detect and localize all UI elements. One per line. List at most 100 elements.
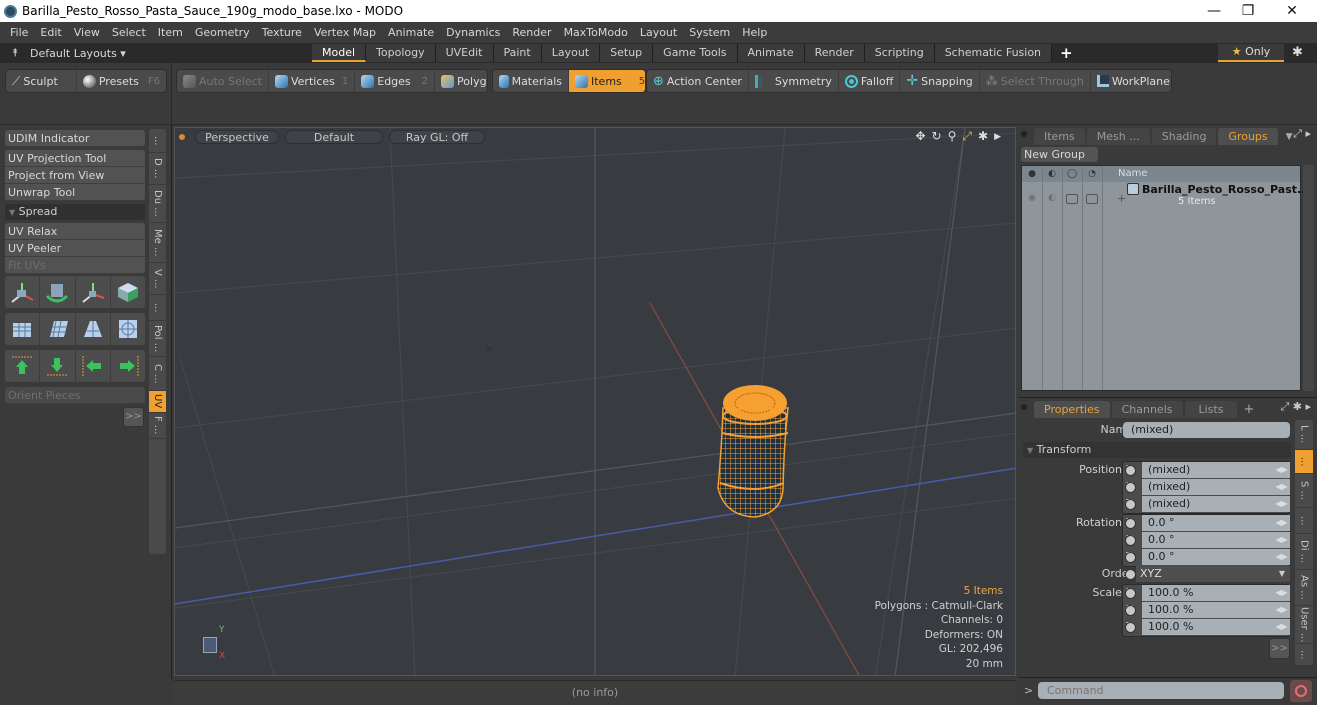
auto-select-button[interactable]: Auto Select <box>177 70 269 92</box>
menu-dynamics[interactable]: Dynamics <box>440 26 506 39</box>
expand-panel-icon[interactable]: ⤢ ▸ <box>1293 127 1311 141</box>
menu-render[interactable]: Render <box>506 26 557 39</box>
action-center-button[interactable]: ⊕ Action Center <box>647 70 749 92</box>
tab-render[interactable]: Render <box>804 44 865 62</box>
polygons-button[interactable]: Polygons <box>435 70 487 92</box>
tab-uvedit[interactable]: UVEdit <box>435 44 494 62</box>
record-button[interactable] <box>1290 680 1312 702</box>
scale-x-anim-icon[interactable] <box>1125 588 1136 599</box>
expand-panel-icon[interactable]: ⤢ ✱ ▸ <box>1280 400 1311 414</box>
rotation-y-anim-icon[interactable] <box>1125 535 1136 546</box>
vtab-s[interactable]: S ... <box>1295 474 1313 508</box>
rotation-z-anim-icon[interactable] <box>1125 552 1136 563</box>
symmetry-button[interactable]: Symmetry <box>749 70 839 92</box>
tabs-dropdown-icon[interactable]: ▼ <box>1286 132 1293 142</box>
uv-scale-icon[interactable] <box>76 276 111 308</box>
align-left-icon[interactable] <box>76 350 111 382</box>
render-column-icon[interactable]: ◐ <box>1042 166 1062 182</box>
menu-maxtomodo[interactable]: MaxToModo <box>558 26 634 39</box>
shading-dropdown[interactable]: Default <box>285 130 383 144</box>
vtab-end[interactable]: ... <box>1295 644 1313 666</box>
scale-y-spinner-icon[interactable]: ◀▶ <box>1274 602 1289 618</box>
gear-icon[interactable]: ✱ <box>1292 43 1310 63</box>
vtab-1[interactable]: ... <box>149 129 166 153</box>
menu-edit[interactable]: Edit <box>34 26 67 39</box>
rotation-x-field[interactable]: 0.0 ° <box>1142 515 1290 531</box>
tab-properties[interactable]: Properties <box>1034 401 1110 418</box>
udim-indicator-button[interactable]: UDIM Indicator <box>5 130 145 147</box>
falloff-button[interactable]: Falloff <box>839 70 901 92</box>
menu-view[interactable]: View <box>68 26 106 39</box>
name-field[interactable]: (mixed) <box>1123 422 1290 438</box>
orient-pieces-button[interactable]: Orient Pieces <box>5 387 145 404</box>
uv-rotate-icon[interactable] <box>40 276 76 308</box>
position-y-spinner-icon[interactable]: ◀▶ <box>1274 479 1289 495</box>
vtab-dots[interactable]: ... <box>1295 508 1313 534</box>
position-y-field[interactable]: (mixed) <box>1142 479 1290 495</box>
tab-groups[interactable]: Groups <box>1218 128 1278 145</box>
order-anim-icon[interactable] <box>1125 569 1136 580</box>
name-column-header[interactable]: Name <box>1118 166 1148 182</box>
3d-viewport[interactable]: × Perspective Default Ray GL: Off ✥ ↻ ⚲ … <box>174 127 1016 676</box>
close-button[interactable]: ✕ <box>1272 0 1312 22</box>
tab-shading[interactable]: Shading <box>1151 128 1217 145</box>
menu-item[interactable]: Item <box>152 26 189 39</box>
workplane-button[interactable]: WorkPlane <box>1091 70 1171 92</box>
layout-up-icon[interactable]: ⯭ <box>0 46 30 60</box>
zoom-icon[interactable]: ⚲ <box>948 129 957 145</box>
tab-lists[interactable]: Lists <box>1184 401 1238 418</box>
rotation-y-field[interactable]: 0.0 ° <box>1142 532 1290 548</box>
jar-wireframe-mesh[interactable] <box>710 383 795 523</box>
vtab-user[interactable]: User ... <box>1295 606 1313 644</box>
uv-relax-button[interactable]: UV Relax <box>5 223 145 240</box>
position-z-spinner-icon[interactable]: ◀▶ <box>1274 496 1289 512</box>
render-toggle-icon[interactable]: ◐ <box>1042 190 1062 206</box>
scale-z-anim-icon[interactable] <box>1125 622 1136 633</box>
tab-model[interactable]: Model <box>312 44 367 62</box>
transform-section[interactable]: ▼ Transform <box>1023 442 1291 458</box>
groups-scrollbar[interactable] <box>1303 165 1314 391</box>
tab-animate[interactable]: Animate <box>737 44 805 62</box>
uv-peeler-button[interactable]: UV Peeler <box>5 240 145 257</box>
scale-x-spinner-icon[interactable]: ◀▶ <box>1274 585 1289 601</box>
presets-button[interactable]: Presets F6 <box>77 70 166 92</box>
tab-mesh[interactable]: Mesh ... <box>1086 128 1150 145</box>
position-y-anim-icon[interactable] <box>1125 482 1136 493</box>
menu-help[interactable]: Help <box>736 26 773 39</box>
unwrap-tool-button[interactable]: Unwrap Tool <box>5 184 145 201</box>
restore-button[interactable]: ❐ <box>1228 0 1268 22</box>
rotation-y-spinner-icon[interactable]: ◀▶ <box>1274 532 1289 548</box>
vtab-as[interactable]: As ... <box>1295 570 1313 606</box>
view-type-dropdown[interactable]: Perspective <box>195 130 279 144</box>
menu-geometry[interactable]: Geometry <box>189 26 256 39</box>
gear-icon[interactable]: ✱ <box>978 129 988 145</box>
materials-button[interactable]: Materials <box>493 70 569 92</box>
lock-column-icon[interactable]: ◯ <box>1062 166 1082 182</box>
align-top-icon[interactable] <box>5 350 41 382</box>
scale-z-spinner-icon[interactable]: ◀▶ <box>1274 619 1289 635</box>
align-right-icon[interactable] <box>111 350 145 382</box>
rotation-x-spinner-icon[interactable]: ◀▶ <box>1274 515 1289 531</box>
scale-x-field[interactable]: 100.0 % <box>1142 585 1290 601</box>
rotation-z-field[interactable]: 0.0 ° <box>1142 549 1290 565</box>
vtab-c[interactable]: C ... <box>149 357 166 391</box>
tab-items[interactable]: Items <box>1034 128 1085 145</box>
rotate-icon[interactable]: ↻ <box>932 129 942 145</box>
visibility-column-icon[interactable]: ● <box>1022 166 1042 182</box>
position-x-spinner-icon[interactable]: ◀▶ <box>1274 462 1289 478</box>
menu-animate[interactable]: Animate <box>382 26 440 39</box>
vtab-me[interactable]: Me ... <box>149 223 166 263</box>
uv-planar-icon[interactable] <box>40 313 76 345</box>
visibility-toggle-icon[interactable]: ◉ <box>1022 190 1042 206</box>
rotation-x-anim-icon[interactable] <box>1125 518 1136 529</box>
sculpt-button[interactable]: ⟋ Sculpt <box>6 70 77 92</box>
vtab-f[interactable]: F ... <box>149 413 166 439</box>
vtab-uv[interactable]: UV <box>149 391 166 413</box>
add-tab-button[interactable]: + <box>1052 44 1081 62</box>
spread-section[interactable]: ▼ Spread <box>5 204 145 220</box>
uv-move-icon[interactable] <box>5 276 41 308</box>
edges-button[interactable]: Edges 2 <box>355 70 436 92</box>
uv-perspective-icon[interactable] <box>76 313 111 345</box>
vtab-active[interactable]: ... <box>1295 450 1313 474</box>
vtab-du[interactable]: Du ... <box>149 185 166 223</box>
